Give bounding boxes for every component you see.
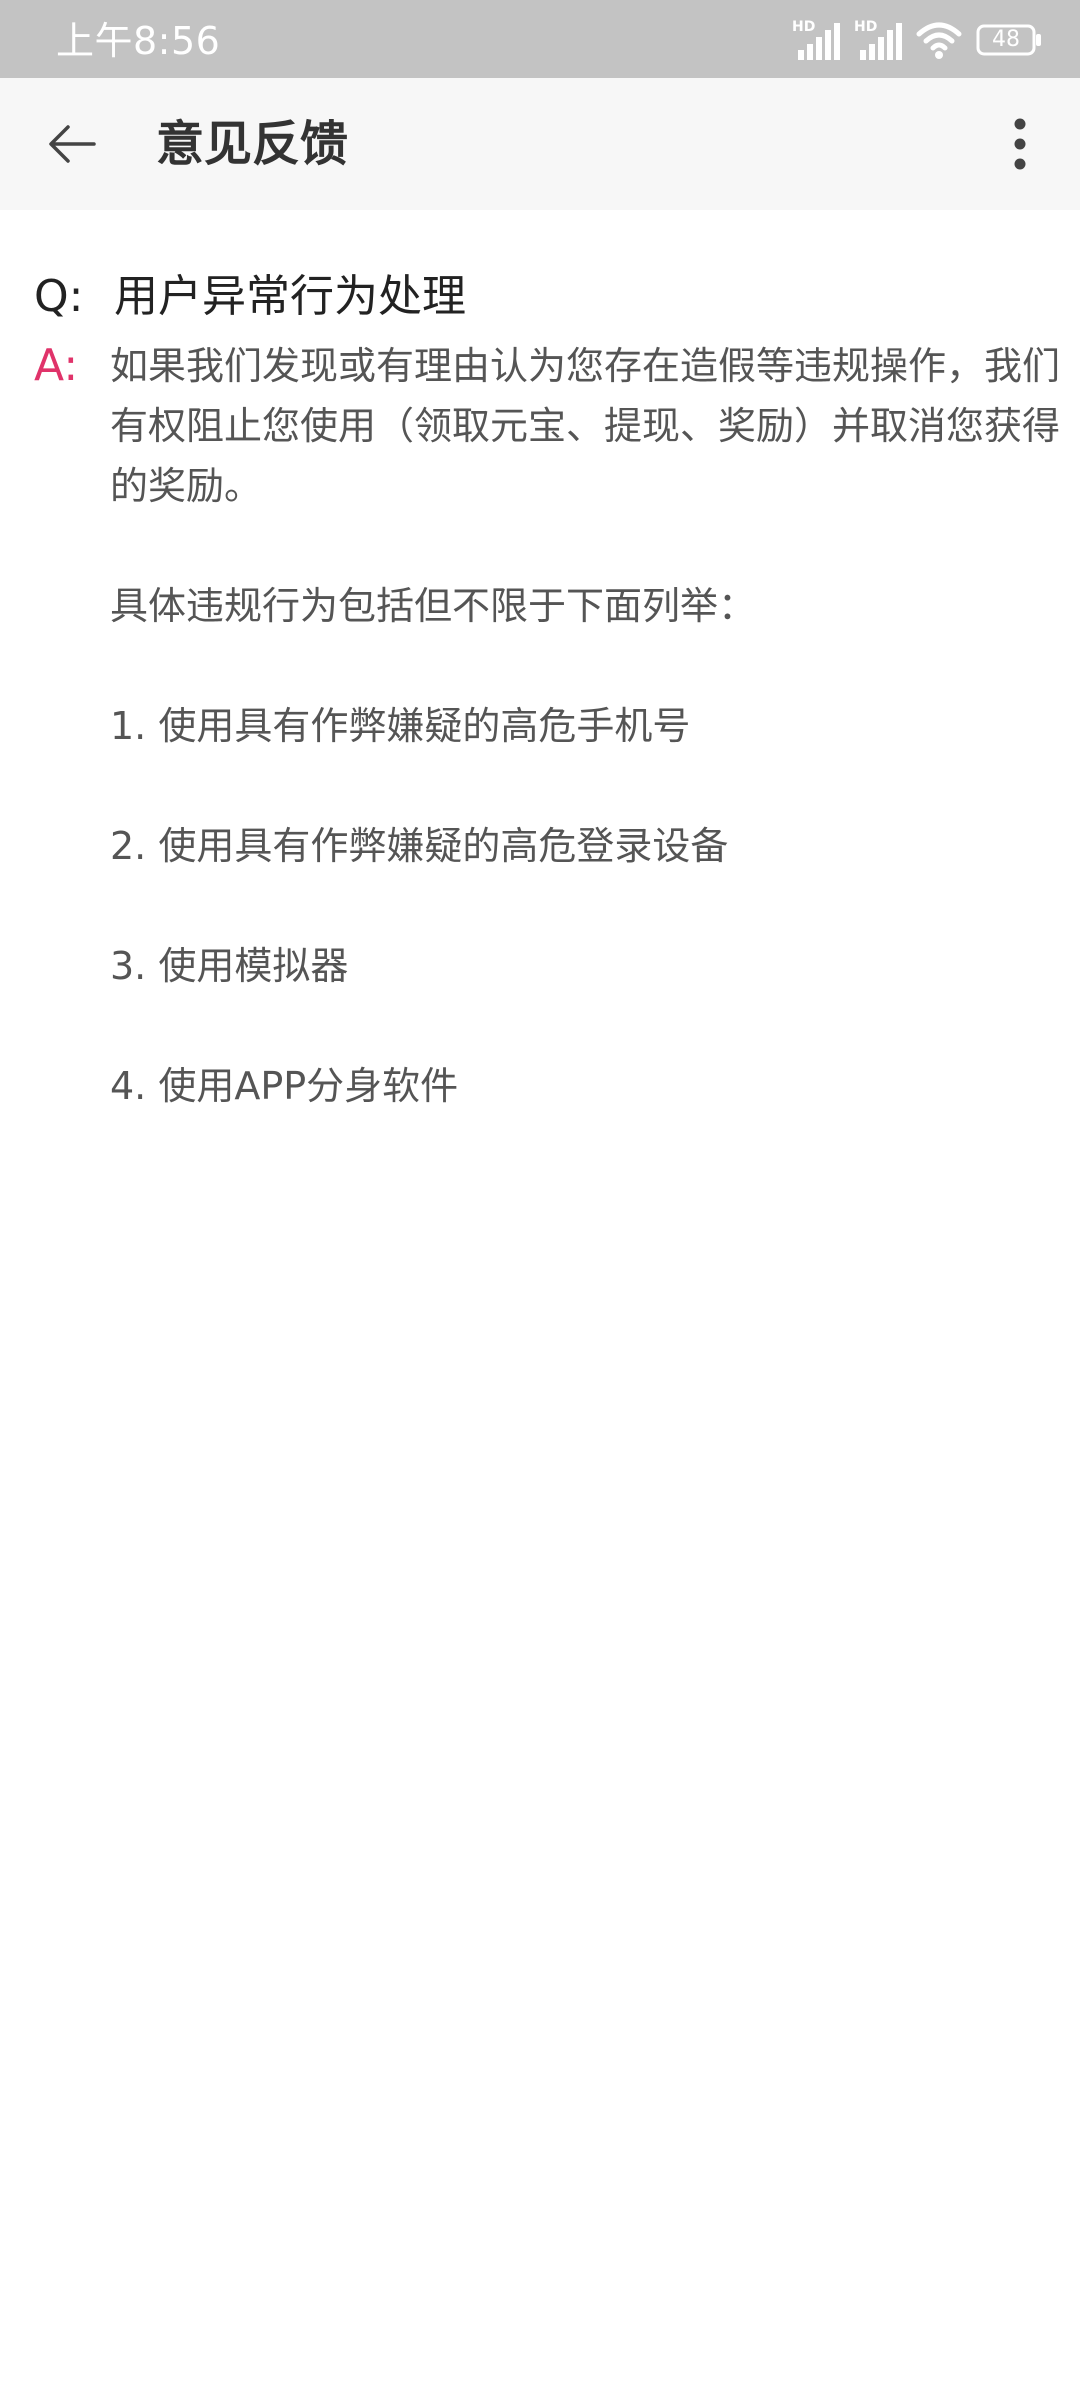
status-bar: 上午8:56 HD HD 48 bbox=[0, 0, 1080, 78]
faq-question: Q: 用户异常行为处理 bbox=[34, 260, 466, 324]
app-bar: 意见反馈 bbox=[0, 78, 1080, 210]
answer-paragraph: 具体违规行为包括但不限于下面列举： bbox=[110, 584, 757, 628]
signal-icon-2: HD bbox=[854, 20, 902, 60]
battery-level: 48 bbox=[992, 27, 1020, 52]
arrow-left-icon bbox=[49, 125, 96, 163]
back-button[interactable] bbox=[36, 108, 108, 180]
answer-list-item: 4. 使用APP分身软件 bbox=[110, 1064, 459, 1108]
answer-list-item: 3. 使用模拟器 bbox=[110, 944, 349, 988]
question-text: 用户异常行为处理 bbox=[114, 271, 466, 322]
answer-label: A: bbox=[34, 340, 79, 391]
answer-list-item: 1. 使用具有作弊嫌疑的高危手机号 bbox=[110, 704, 691, 748]
wifi-icon bbox=[916, 20, 962, 60]
more-vertical-icon bbox=[1014, 118, 1026, 170]
question-label: Q: bbox=[34, 271, 84, 322]
answer-body: 如果我们发现或有理由认为您存在造假等违规操作，我们有权阻止您使用（领取元宝、提现… bbox=[110, 336, 1076, 1176]
battery-icon: 48 bbox=[976, 24, 1042, 56]
answer-list-item: 2. 使用具有作弊嫌疑的高危登录设备 bbox=[110, 824, 729, 868]
page-title: 意见反馈 bbox=[156, 116, 349, 172]
signal-icon: HD bbox=[792, 20, 840, 60]
status-icons: HD HD 48 bbox=[792, 18, 1042, 62]
more-options-button[interactable] bbox=[984, 108, 1056, 180]
status-time: 上午8:56 bbox=[56, 19, 221, 63]
answer-paragraph: 如果我们发现或有理由认为您存在造假等违规操作，我们有权阻止您使用（领取元宝、提现… bbox=[110, 344, 1061, 508]
